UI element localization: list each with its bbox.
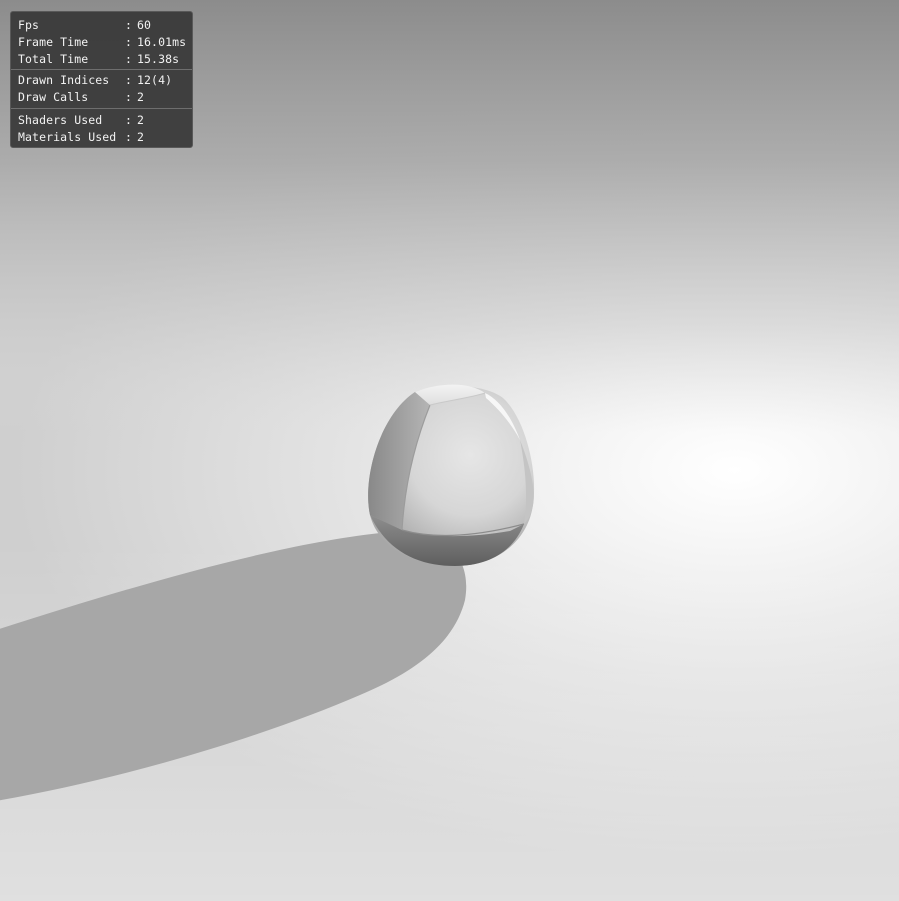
stat-value: 2 [137, 113, 145, 127]
stat-row-materials-used: Materials Used:2 [18, 129, 192, 146]
stat-label: Draw Calls [18, 90, 89, 104]
stat-label: Total Time [18, 52, 89, 66]
stat-value: 2 [137, 90, 145, 104]
stat-label: Frame Time [18, 35, 89, 49]
stat-row-total-time: Total Time:15.38s [18, 51, 192, 68]
stat-row-fps: Fps:60 [18, 17, 192, 34]
stat-value: 16.01ms [137, 35, 187, 49]
stat-label: Fps [18, 18, 40, 32]
stat-separator: : [125, 73, 133, 87]
stat-label: Shaders Used [18, 113, 103, 127]
render-stats-panel: Fps:60 Frame Time:16.01ms Total Time:15.… [10, 11, 193, 148]
render-viewport[interactable]: Fps:60 Frame Time:16.01ms Total Time:15.… [0, 0, 899, 901]
stat-value: 15.38s [137, 52, 180, 66]
stat-label: Materials Used [18, 130, 117, 144]
stat-value: 12(4) [137, 73, 173, 87]
stat-separator: : [125, 35, 133, 49]
stat-row-frame-time: Frame Time:16.01ms [18, 34, 192, 51]
stats-group-resources: Shaders Used:2 Materials Used:2 [11, 109, 192, 146]
stat-row-shaders-used: Shaders Used:2 [18, 112, 192, 129]
stat-value: 60 [137, 18, 152, 32]
stat-row-draw-calls: Draw Calls:2 [18, 89, 192, 106]
stat-separator: : [125, 130, 133, 144]
stat-label: Drawn Indices [18, 73, 110, 87]
stat-separator: : [125, 90, 133, 104]
stat-separator: : [125, 113, 133, 127]
stat-separator: : [125, 18, 133, 32]
stat-value: 2 [137, 130, 145, 144]
stats-group-draw: Drawn Indices:12(4) Draw Calls:2 [11, 70, 192, 108]
stat-separator: : [125, 52, 133, 66]
stat-row-drawn-indices: Drawn Indices:12(4) [18, 72, 192, 89]
stats-group-timing: Fps:60 Frame Time:16.01ms Total Time:15.… [11, 12, 192, 69]
